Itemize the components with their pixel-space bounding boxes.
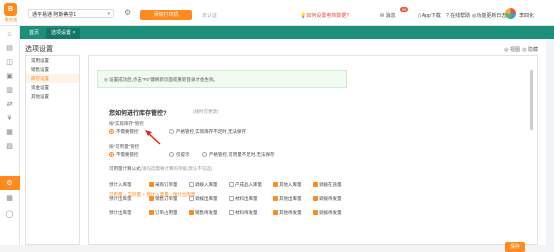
stock-question-note: (随时可更改) <box>193 109 219 114</box>
radio-unselected <box>169 129 174 135</box>
settings-menu: 常用设置 销售设置 库存设置 资金设置 其他设置 <box>25 55 80 245</box>
grid-icon[interactable]: ▦ <box>5 194 14 203</box>
checkbox-in-1[interactable]: 调拨入库量 <box>189 182 218 188</box>
menu-item-funds[interactable]: 资金设置 <box>26 83 79 92</box>
out-row2-label: 预计出库量 <box>109 210 132 215</box>
radio-selected <box>109 129 114 135</box>
stock-question-title: 您如何进行库存管控? <box>109 111 167 117</box>
app-download-link[interactable]: ▯ App下载 <box>418 12 441 19</box>
menu-item-other[interactable]: 其他设置 <box>26 92 79 101</box>
checkbox-out-1[interactable]: 调拨出库量 <box>189 196 218 202</box>
user-name[interactable]: 李四化 <box>519 12 534 19</box>
checkbox-out-0[interactable]: 销售订单量 <box>149 196 178 202</box>
icon-sidebar: ⌂ ▤ ◫ ▣ ▥ ⇄ ¥ ▦ ▧ ⚙ ▦ ◯ <box>0 26 20 245</box>
available-stock-label: 按"可用量"管控 <box>109 144 140 149</box>
document-icon[interactable]: ▤ <box>5 44 14 53</box>
checkbox-in-3[interactable]: 其他入库量 <box>273 182 302 188</box>
checkbox-out-2[interactable]: 材料出库量 <box>229 196 258 202</box>
checkbox-out2-4[interactable]: 调拨待发量 <box>313 210 342 216</box>
chart-icon[interactable]: ▧ <box>5 142 14 151</box>
tab-bar: 首页 选项设置 × <box>20 26 554 39</box>
checkbox-in-0[interactable]: 采购订单量 <box>149 182 178 188</box>
message-count-badge: 99 <box>400 7 409 12</box>
feature-update-link[interactable]: ◎功能更新日志 <box>472 12 506 19</box>
actual-stock-label: 按"实际库存"管控 <box>109 121 144 126</box>
checkbox-out-4[interactable]: 调拨待发量 <box>313 196 342 202</box>
home-icon[interactable]: ⌂ <box>5 30 14 39</box>
tab-home[interactable]: 首页 <box>24 28 44 39</box>
available-stock-option-strict[interactable]: 严格管控,可用量不足时,无法保存 <box>202 152 275 158</box>
checkbox-in-4[interactable]: 调拨在途量 <box>313 182 342 188</box>
report-icon[interactable]: ▦ <box>5 128 14 137</box>
store-name: 通平易通 阿斯蒂芬1 <box>32 12 77 18</box>
add-printer-button[interactable]: 添加打印机 <box>140 10 192 20</box>
transfer-icon[interactable]: ⇄ <box>5 100 14 109</box>
view-link[interactable]: ◎ 视图 <box>504 46 520 53</box>
scrollbar[interactable] <box>530 70 533 130</box>
actual-stock-option-strict[interactable]: 严格管控,实际库存不足时,无法保存 <box>169 129 246 135</box>
main-panel: 选项设置 ◎ 视图 ◎ 隐藏 常用设置 销售设置 库存设置 资金设置 其他设置 … <box>20 39 546 252</box>
message-icon: ✉ <box>380 13 385 19</box>
unverified-label[interactable]: 未认证 <box>202 12 217 19</box>
notice-banner: ◎ 设置成功后,点击"F5"键刷新页面或重新登录才会生效。 <box>97 70 347 88</box>
settings-content: ◎ 设置成功后,点击"F5"键刷新页面或重新登录才会生效。 您如何进行库存管控?… <box>88 55 538 252</box>
gear-icon[interactable]: ⚙ <box>124 9 131 17</box>
settings-icon[interactable]: ⚙ <box>5 179 14 188</box>
checkbox-in-2[interactable]: 产成品入库量 <box>229 182 262 188</box>
user-icon[interactable]: ◯ <box>5 210 14 219</box>
menu-item-stock[interactable]: 库存设置 <box>26 74 79 83</box>
store-select[interactable]: 通平易通 阿斯蒂芬1 ▾ <box>28 9 114 18</box>
radio-selected <box>109 152 114 158</box>
hide-link[interactable]: ◎ 隐藏 <box>522 46 538 53</box>
money-icon[interactable]: ¥ <box>5 114 14 123</box>
cart-icon[interactable]: ◫ <box>5 58 14 67</box>
save-button[interactable]: 保存 <box>505 242 525 252</box>
formula-label: 可用量计算公式(请勾选需要计算的单据,默认不勾选) <box>109 166 213 171</box>
checkbox-out2-2[interactable]: 材料待发量 <box>229 210 258 216</box>
menu-item-common[interactable]: 常用设置 <box>26 56 79 65</box>
app-logo[interactable]: B <box>4 3 17 16</box>
phone-icon: ▯ <box>418 13 421 19</box>
in-row-label: 预计入库量 <box>109 182 132 187</box>
avatar[interactable] <box>505 8 516 19</box>
radio-unselected <box>169 152 174 158</box>
message-link[interactable]: ✉ 消息 <box>380 12 396 19</box>
page-title: 选项设置 <box>25 46 53 53</box>
online-help-link[interactable]: ? 在线帮助 <box>446 12 470 19</box>
out-row-label: 预计出库量 <box>109 196 132 201</box>
checkbox-out-3[interactable]: 其他出库量 <box>273 196 302 202</box>
menu-item-sales[interactable]: 销售设置 <box>26 65 79 74</box>
checkbox-out2-0[interactable]: 订单占用量 <box>149 210 178 216</box>
available-stock-option-hint[interactable]: 仅提示 <box>169 152 190 158</box>
app-logo-text: 聚创通 <box>5 17 17 22</box>
available-stock-option-none[interactable]: 不需要管控 <box>109 152 139 158</box>
box-icon[interactable]: ▣ <box>5 72 14 81</box>
help-link[interactable]: 💡如何设置电商数据? <box>300 12 349 19</box>
checkbox-out2-1[interactable]: 销售待发量 <box>189 210 218 216</box>
help-icon: ? <box>446 13 449 19</box>
checkbox-out2-3[interactable]: 其他待发量 <box>273 210 302 216</box>
store-icon[interactable]: ▥ <box>5 86 14 95</box>
radio-unselected <box>202 152 207 158</box>
tab-options[interactable]: 选项设置 × <box>46 28 81 39</box>
chevron-down-icon: ▾ <box>107 11 110 17</box>
actual-stock-option-none[interactable]: 不需要管控 <box>109 129 139 135</box>
top-header: B 聚创通 通平易通 阿斯蒂芬1 ▾ ⚙ 添加打印机 未认证 💡如何设置电商数据… <box>0 0 554 26</box>
